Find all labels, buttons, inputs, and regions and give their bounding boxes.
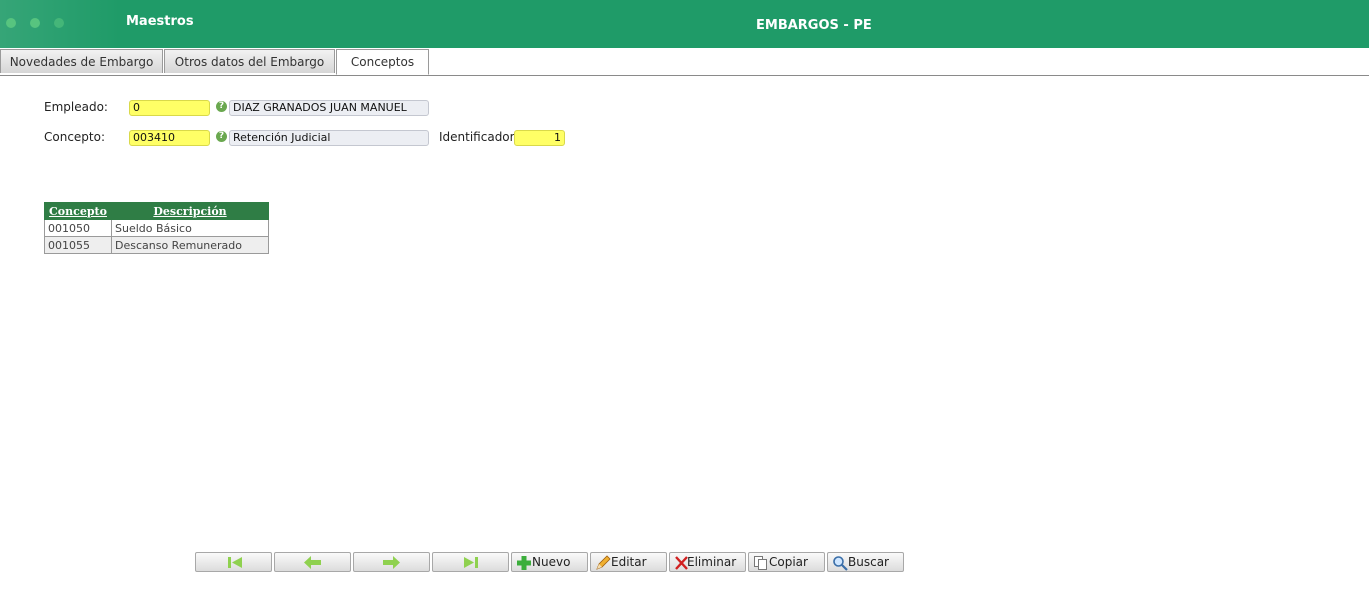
app-header: Maestros EMBARGOS - PE	[0, 0, 1369, 48]
column-header-descripcion[interactable]: Descripción	[111, 202, 269, 220]
empleado-field[interactable]: 0	[129, 100, 210, 116]
table-row[interactable]: 001050 Sueldo Básico	[44, 219, 269, 237]
concepto-name-field: Retención Judicial	[229, 130, 429, 146]
copy-icon	[754, 556, 767, 570]
window-dot-icon	[30, 18, 40, 28]
eliminar-label: Eliminar	[687, 555, 737, 569]
previous-record-icon	[304, 556, 321, 569]
last-record-icon	[464, 557, 478, 568]
copiar-button[interactable]: Copiar	[748, 552, 825, 572]
editar-label: Editar	[611, 555, 647, 569]
nuevo-label: Nuevo	[532, 555, 571, 569]
cell-descripcion: Descanso Remunerado	[111, 236, 269, 254]
empleado-help-icon[interactable]: ?	[216, 101, 227, 112]
copiar-label: Copiar	[769, 555, 808, 569]
pencil-icon	[596, 555, 611, 570]
concepto-label: Concepto:	[44, 130, 106, 144]
plus-icon	[517, 556, 531, 570]
next-record-icon	[383, 556, 400, 569]
eliminar-button[interactable]: Eliminar	[669, 552, 746, 572]
cell-descripcion: Sueldo Básico	[111, 219, 269, 237]
tab-novedades-de-embargo[interactable]: Novedades de Embargo	[0, 49, 163, 73]
identificador-field[interactable]: 1	[514, 130, 565, 146]
page-title: EMBARGOS - PE	[756, 18, 872, 33]
empleado-label: Empleado:	[44, 100, 108, 114]
concepto-help-icon[interactable]: ?	[216, 131, 227, 142]
concepto-field[interactable]: 003410	[129, 130, 210, 146]
cell-concepto: 001050	[44, 219, 112, 237]
editar-button[interactable]: Editar	[590, 552, 667, 572]
record-toolbar: Nuevo Editar Eliminar Copiar Buscar	[0, 552, 1369, 572]
conceptos-table: Concepto Descripción 001050 Sueldo Básic…	[44, 202, 269, 254]
module-title: Maestros	[126, 14, 194, 29]
identificador-label: Identificador:	[439, 130, 519, 144]
empleado-name-field: DIAZ GRANADOS JUAN MANUEL	[229, 100, 429, 116]
column-header-concepto[interactable]: Concepto	[44, 202, 112, 220]
next-record-button[interactable]	[353, 552, 430, 572]
window-dot-icon	[6, 18, 16, 28]
nuevo-button[interactable]: Nuevo	[511, 552, 588, 572]
table-row[interactable]: 001055 Descanso Remunerado	[44, 236, 269, 254]
tab-conceptos[interactable]: Conceptos	[336, 49, 429, 75]
cell-concepto: 001055	[44, 236, 112, 254]
search-icon	[833, 556, 848, 571]
first-record-icon	[228, 557, 242, 568]
previous-record-button[interactable]	[274, 552, 351, 572]
buscar-button[interactable]: Buscar	[827, 552, 904, 572]
tab-bar: Novedades de Embargo Otros datos del Emb…	[0, 49, 1369, 76]
window-dot-icon	[54, 18, 64, 28]
last-record-button[interactable]	[432, 552, 509, 572]
buscar-label: Buscar	[848, 555, 889, 569]
tab-otros-datos-del-embargo[interactable]: Otros datos del Embargo	[164, 49, 335, 73]
first-record-button[interactable]	[195, 552, 272, 572]
table-header-row: Concepto Descripción	[44, 202, 269, 220]
